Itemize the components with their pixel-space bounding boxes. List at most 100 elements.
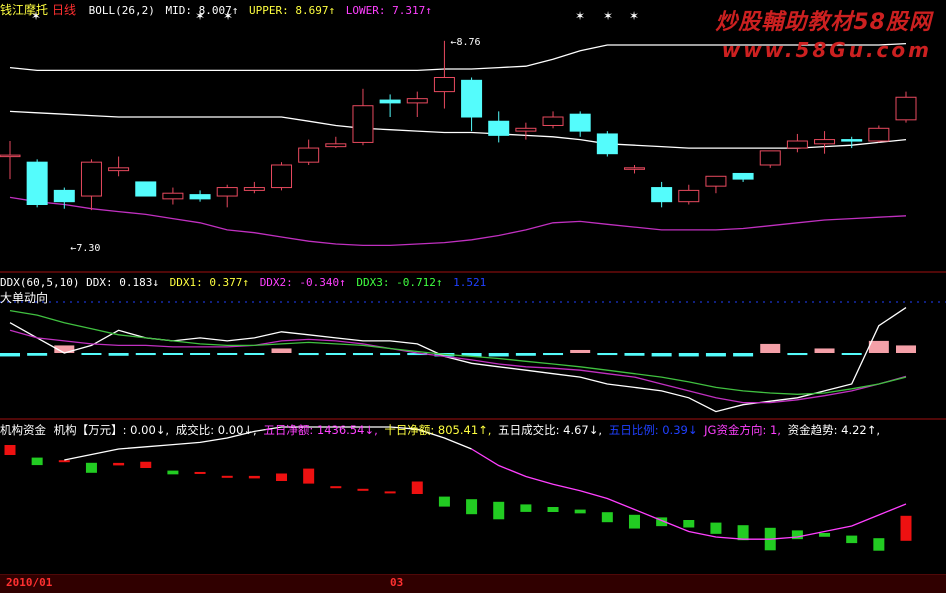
low-annotation: ←7.30 xyxy=(70,243,100,254)
stock-name: 钱江摩托 xyxy=(0,3,49,17)
ddx-bar xyxy=(81,353,102,355)
candle-body xyxy=(80,161,102,197)
ddx-bar xyxy=(543,353,564,356)
candle-body xyxy=(216,187,238,197)
candle-body xyxy=(135,181,157,197)
candle-body xyxy=(841,139,863,142)
candle-body xyxy=(814,139,836,145)
fund-bar xyxy=(683,520,695,528)
ddx-bar xyxy=(27,353,48,356)
candle-body xyxy=(379,99,401,104)
fund-bar xyxy=(357,488,369,491)
ddx-bar xyxy=(488,353,509,357)
high-annotation: ←8.76 xyxy=(450,37,480,48)
candle-body xyxy=(298,147,320,163)
candle-body xyxy=(0,154,21,158)
fund-bar xyxy=(819,533,831,537)
ddx-tail-label: 1.521 xyxy=(453,276,487,289)
candle-body xyxy=(895,96,917,121)
panel1-header: 钱江摩托 日线 BOLL(26,2) MID: 8.007↑ UPPER: 8.6… xyxy=(0,1,432,18)
ddx-bar xyxy=(841,353,862,355)
candle-body xyxy=(623,167,645,170)
fund-bar xyxy=(493,501,505,520)
ddx-panel xyxy=(0,301,946,413)
candle-body xyxy=(868,127,890,142)
candle-body xyxy=(461,79,483,118)
date-axis-mid: 03 xyxy=(390,576,404,589)
candle-body xyxy=(352,105,374,143)
deal-ratio: 成交比: 0.00↓, xyxy=(175,423,257,437)
ddx-bar xyxy=(515,353,536,356)
ddx-bar xyxy=(597,353,618,356)
fund-bar xyxy=(900,515,912,541)
watermark: 炒股輔助教材58股网 www.58Gu.com xyxy=(715,4,932,62)
candle-body xyxy=(786,140,808,149)
ddx-bar xyxy=(271,348,292,353)
ddx-bar xyxy=(244,353,265,355)
candle-body xyxy=(271,164,293,189)
ten-day-net: 十日净额: 805.41↑, xyxy=(384,423,492,437)
five-day-ratio: 五日成交比: 4.67↓, xyxy=(498,423,603,437)
ddx-bar xyxy=(868,340,889,353)
fund-trend: 资金趋势: 4.22↑, xyxy=(787,423,881,437)
fund-bar xyxy=(628,514,640,529)
ddx-bar xyxy=(190,353,211,355)
fund-bar xyxy=(31,457,43,466)
ddx-bar xyxy=(896,345,916,353)
mid-label: MID: 8.007↑ xyxy=(165,4,239,17)
fund-bar xyxy=(411,481,423,494)
ddx-bar xyxy=(108,353,129,356)
panel3-header: 机构资金 机构【万元】: 0.00↓, 成交比: 0.00↓, 五日净额: 14… xyxy=(0,422,880,438)
ddx-bar xyxy=(217,353,238,355)
ddx1-label: DDX1: 0.377↑ xyxy=(169,276,250,289)
candle-body xyxy=(705,175,727,187)
fund-bar xyxy=(194,471,206,474)
ddx-bar xyxy=(0,353,20,357)
fund-bar xyxy=(873,538,885,551)
fund-bar xyxy=(384,491,396,494)
candle-body xyxy=(542,116,564,126)
ddx-bar xyxy=(570,349,591,353)
signal-star-icon: ✶ xyxy=(603,9,613,23)
ddx-bar xyxy=(787,353,808,356)
fund-bar xyxy=(4,445,16,455)
date-axis-bar xyxy=(0,575,946,593)
fund-panel xyxy=(4,426,912,551)
candle-body xyxy=(325,143,347,148)
ddx-line-ddx2 xyxy=(9,329,907,404)
fund-bar xyxy=(574,509,586,514)
fund-bar xyxy=(303,468,315,484)
boll-lower-line xyxy=(9,196,907,247)
ddx-bar xyxy=(705,353,726,357)
fund-bar xyxy=(113,462,125,466)
fund-bar xyxy=(167,470,179,475)
boll-mid-line xyxy=(9,110,907,149)
candle-body xyxy=(678,189,700,203)
fund-bar xyxy=(85,462,97,473)
candle-body xyxy=(243,187,265,191)
ddx-bar xyxy=(380,353,401,356)
fund-bar xyxy=(248,475,260,479)
candle-body xyxy=(406,98,428,104)
panel2-subtitle: 大单动向 xyxy=(0,291,49,305)
ddx-bar xyxy=(325,353,346,355)
candle-body xyxy=(108,167,130,172)
candle-body xyxy=(189,194,211,200)
chart-canvas[interactable]: ←8.76←7.30✶ ✶ ✶ ✶ ✶ ✶ xyxy=(0,0,946,593)
candle-body xyxy=(651,187,673,203)
candle-body xyxy=(433,77,455,93)
fund-amount: 机构【万元】: 0.00↓, xyxy=(53,423,170,437)
ddx-line-ddx1 xyxy=(9,307,907,413)
fund-bar xyxy=(330,486,342,489)
fund-bar xyxy=(438,496,450,507)
ddx-bar xyxy=(352,353,373,356)
ddx-bar xyxy=(760,343,781,353)
candle-body xyxy=(596,133,618,155)
five-day-net: 五日净额: 1436.54↓, xyxy=(263,423,378,437)
period-label: 日线 xyxy=(52,3,77,17)
candle-body xyxy=(488,120,510,136)
candle-body xyxy=(162,192,184,200)
fund-direction: JG资金方向: 1, xyxy=(704,423,781,437)
candle-body xyxy=(569,113,591,132)
date-axis-start: 2010/01 xyxy=(6,576,53,589)
